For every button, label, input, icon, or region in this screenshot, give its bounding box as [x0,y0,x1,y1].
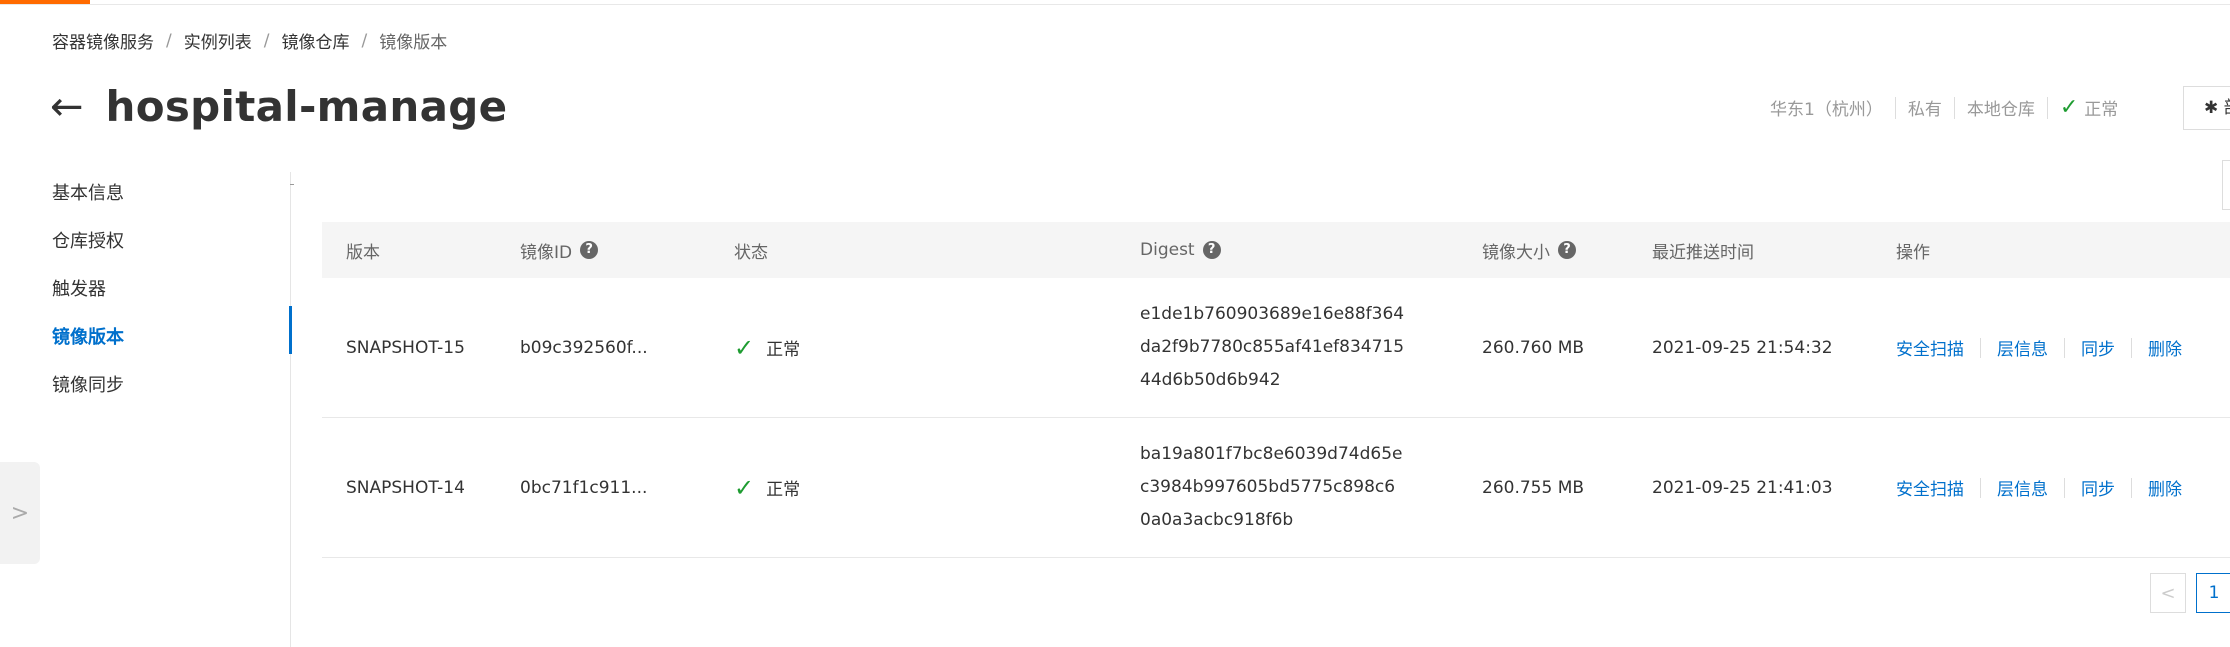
col-digest-label: Digest [1140,240,1195,260]
status-cell: ✓ 正常 [734,418,800,557]
meta-divider [2046,96,2048,119]
op-divider [2131,477,2132,498]
meta-divider [1953,96,1955,119]
digest-cell: e1de1b760903689e16e88f364 da2f9b7780c855… [1140,278,1404,417]
repo-type-label: 本地仓库 [1966,100,2035,120]
layer-info-link[interactable]: 层信息 [1997,475,2048,500]
op-divider [1980,337,1981,358]
image-id-cell: 0bc71f1c911... [520,477,648,498]
status-text: 正常 [766,480,801,500]
security-scan-link[interactable]: 安全扫描 [1896,475,1964,500]
pagination: < 1 [2150,573,2230,613]
chevron-right-icon: > [10,500,30,526]
sidebar-item-repo-auth[interactable]: 仓库授权 [52,220,292,268]
status-text: 正常 [766,340,801,360]
status-cell: ✓ 正常 [734,278,800,417]
breadcrumb-item-service[interactable]: 容器镜像服务 [52,28,154,53]
push-time-cell: 2021-09-25 21:41:03 [1652,477,1833,498]
version-cell: SNAPSHOT-14 [346,477,465,498]
digest-line: 0a0a3acbc918f6b [1140,510,1294,530]
sidebar-active-indicator [289,306,292,354]
ops-cell: 安全扫描 层信息 同步 删除 [1896,278,2182,417]
op-divider [2064,477,2065,498]
digest-line: 44d6b50d6b942 [1140,370,1281,390]
col-push-time-label: 最近推送时间 [1652,242,1754,263]
image-id-cell: b09c392560f... [520,337,648,358]
sidebar-item-image-versions[interactable]: 镜像版本 [52,316,292,364]
col-push-time-header: 最近推送时间 [1652,222,1754,278]
col-digest-header: Digest? [1140,222,1221,278]
check-icon: ✓ [2059,95,2079,120]
help-icon[interactable]: ? [1558,241,1576,259]
layer-info-link[interactable]: 层信息 [1997,335,2048,360]
breadcrumb: 容器镜像服务 / 实例列表 / 镜像仓库 / 镜像版本 [52,28,448,54]
digest-line: e1de1b760903689e16e88f364 [1140,304,1405,324]
sidebar-divider [290,172,291,647]
breadcrumb-separator: / [166,30,172,51]
size-cell: 260.760 MB [1482,337,1585,358]
region-label: 华东1（杭州） [1770,100,1883,120]
col-ops-header: 操作 [1896,222,1930,278]
top-divider [0,4,2230,5]
prev-page-button[interactable]: < [2150,573,2186,613]
repo-meta: 华东1（杭州） 私有 本地仓库 ✓ 正常 [1770,95,2118,120]
versions-table: 版本 镜像ID? 状态 Digest? 镜像大小? 最近推送时间 操作 SNAP… [322,222,2230,558]
table-row: SNAPSHOT-15 b09c392560f... ✓ 正常 e1de1b760… [322,278,2230,418]
size-cell: 260.755 MB [1482,477,1585,498]
digest-line: c3984b997605bd5775c898c6 [1140,477,1396,497]
sidebar-tick [290,184,294,185]
breadcrumb-item-current: 镜像版本 [379,33,448,53]
page-number-button[interactable]: 1 [2196,573,2230,613]
security-scan-link[interactable]: 安全扫描 [1896,335,1964,360]
repo-status-label: 正常 [2084,100,2119,120]
col-image-id-header: 镜像ID? [520,222,599,278]
sidebar-item-triggers[interactable]: 触发器 [52,268,292,316]
op-divider [2131,337,2132,358]
sidebar-item-image-sync[interactable]: 镜像同步 [52,364,292,412]
expand-panel-toggle[interactable]: > [0,462,40,564]
col-version-header: 版本 [346,222,380,278]
help-icon[interactable]: ? [580,241,599,259]
col-status-label: 状态 [734,242,768,263]
breadcrumb-separator: / [263,30,270,51]
table-header: 版本 镜像ID? 状态 Digest? 镜像大小? 最近推送时间 操作 [322,222,2230,278]
push-time-cell: 2021-09-25 21:54:32 [1652,337,1833,358]
help-icon[interactable]: ? [1202,241,1221,259]
col-version-label: 版本 [346,242,380,263]
meta-divider [1894,96,1896,119]
sync-link[interactable]: 同步 [2081,475,2115,500]
breadcrumb-separator: / [361,30,368,51]
col-ops-label: 操作 [1896,242,1930,263]
deploy-button[interactable]: ✱ 部 [2183,86,2230,130]
digest-line: ba19a801f7bc8e6039d74d65e [1140,444,1403,464]
version-cell: SNAPSHOT-15 [346,337,465,358]
ops-cell: 安全扫描 层信息 同步 删除 [1896,418,2182,557]
chevron-left-icon: < [2160,582,2176,604]
check-icon: ✓ [734,333,755,362]
digest-cell: ba19a801f7bc8e6039d74d65e c3984b997605bd… [1140,418,1403,557]
digest-line: da2f9b7780c855af41ef834715 [1140,337,1405,357]
visibility-label: 私有 [1907,100,1942,120]
sync-link[interactable]: 同步 [2081,335,2115,360]
breadcrumb-item-repos[interactable]: 镜像仓库 [281,28,349,53]
check-icon: ✓ [734,473,755,502]
delete-link[interactable]: 删除 [2148,475,2182,500]
toolbar-button[interactable] [2222,160,2230,210]
sidebar-item-basic-info[interactable]: 基本信息 [52,172,292,220]
table-row: SNAPSHOT-14 0bc71f1c911... ✓ 正常 ba19a801f… [322,418,2230,558]
op-divider [2064,337,2065,358]
page-title: hospital-manage [105,82,508,131]
sidebar: 基本信息 仓库授权 触发器 镜像版本 镜像同步 [52,172,292,412]
back-arrow-icon[interactable]: ← [50,87,84,127]
col-size-header: 镜像大小? [1482,222,1576,278]
col-size-label: 镜像大小 [1482,242,1550,263]
delete-link[interactable]: 删除 [2148,335,2182,360]
title-row: ← hospital-manage [50,82,507,131]
op-divider [1980,477,1981,498]
col-image-id-label: 镜像ID [520,242,573,263]
breadcrumb-item-instances[interactable]: 实例列表 [184,28,252,53]
col-status-header: 状态 [734,222,768,278]
